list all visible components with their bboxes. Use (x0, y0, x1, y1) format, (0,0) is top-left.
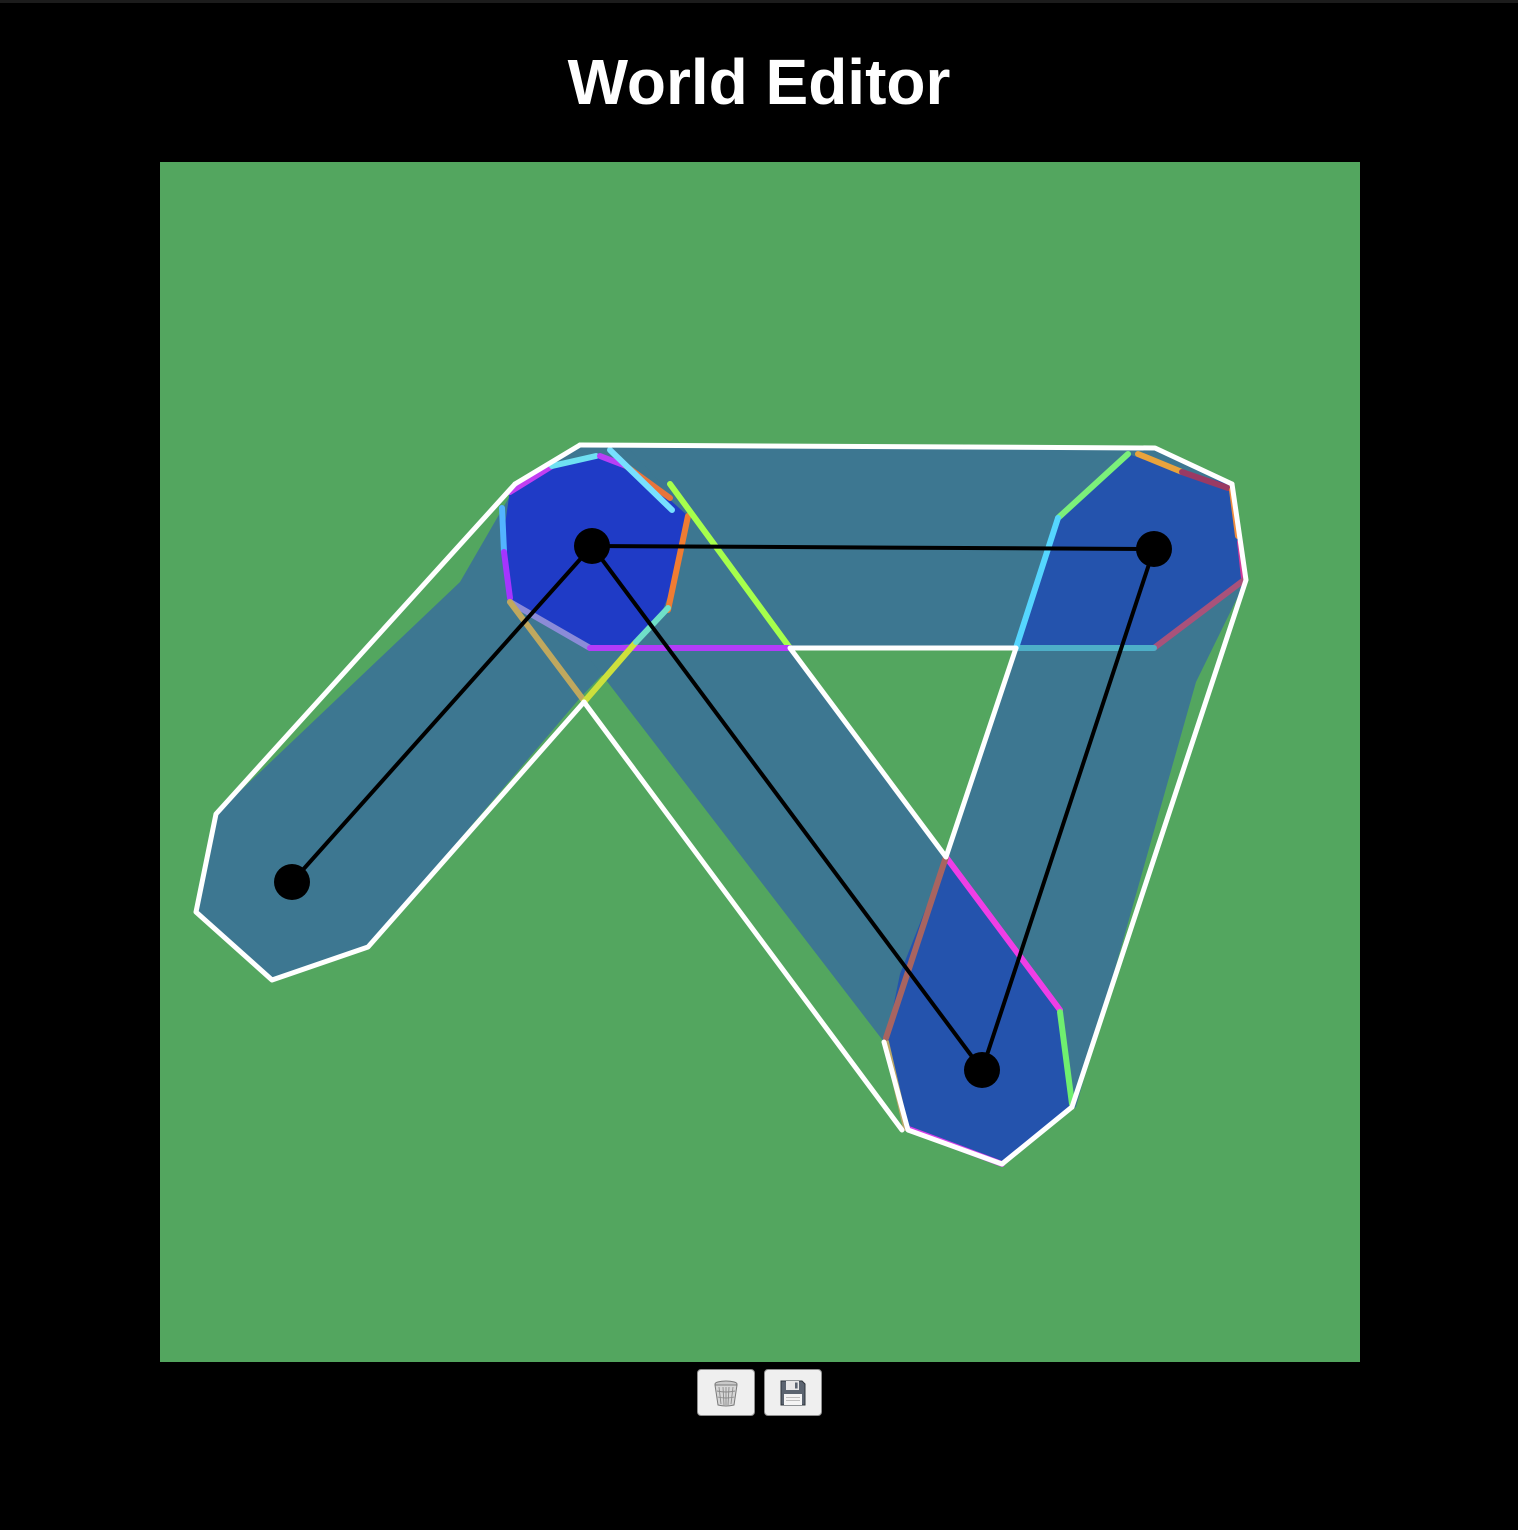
graph-point[interactable] (1136, 531, 1172, 567)
toolbar (0, 1369, 1518, 1416)
edge-segment (499, 505, 507, 555)
world-canvas[interactable] (160, 162, 1360, 1362)
top-border (0, 0, 1518, 3)
graph-point[interactable] (574, 528, 610, 564)
save-button[interactable] (763, 1369, 822, 1416)
page-title: World Editor (567, 46, 951, 118)
trash-icon (711, 1378, 741, 1408)
graph-point[interactable] (964, 1052, 1000, 1088)
dispose-button[interactable] (696, 1369, 755, 1416)
floppy-disk-icon (778, 1378, 808, 1408)
graph-point[interactable] (274, 864, 310, 900)
